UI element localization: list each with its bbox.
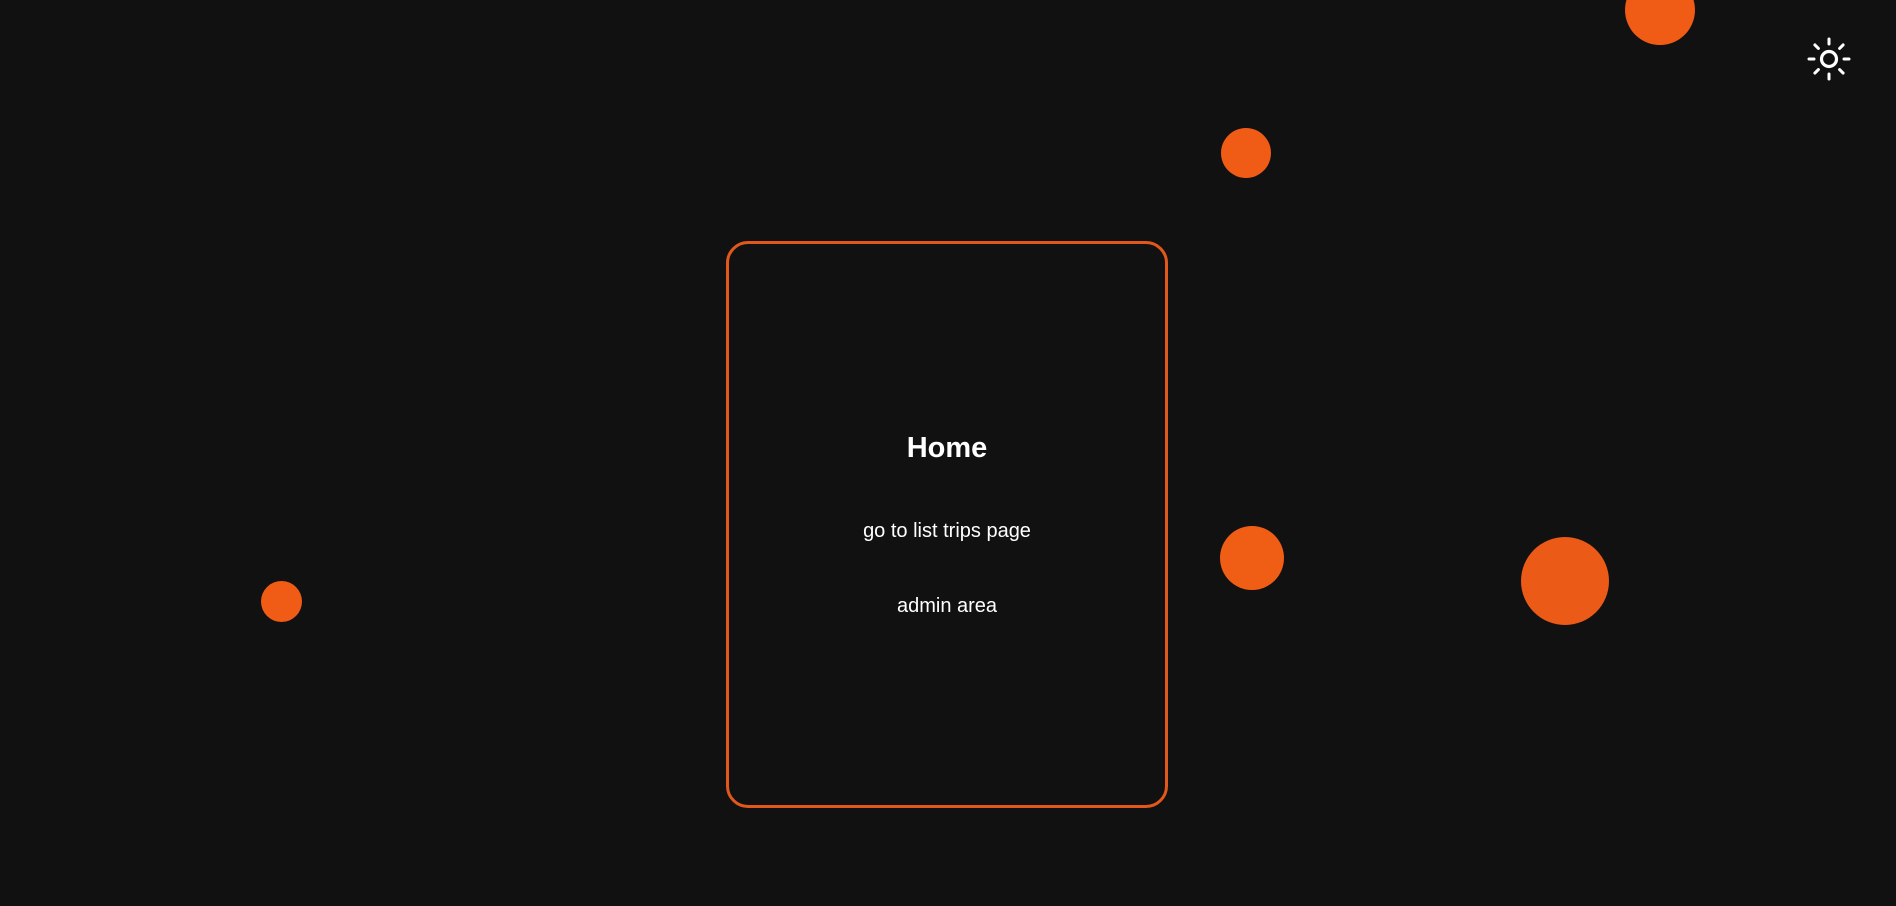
decorative-orange-circle [1625, 0, 1695, 45]
list-trips-link[interactable]: go to list trips page [729, 520, 1165, 543]
theme-toggle-button[interactable] [1806, 36, 1852, 82]
home-card: Home go to list trips page admin area [726, 241, 1168, 808]
decorative-orange-circle [1221, 128, 1271, 178]
admin-area-link[interactable]: admin area [729, 595, 1165, 618]
decorative-orange-circle [1521, 537, 1609, 625]
decorative-orange-circle [1220, 526, 1284, 590]
page-title: Home [906, 432, 988, 464]
page-background: Home go to list trips page admin area [0, 0, 1896, 906]
sun-icon [1807, 37, 1851, 81]
decorative-orange-circle [261, 581, 302, 622]
